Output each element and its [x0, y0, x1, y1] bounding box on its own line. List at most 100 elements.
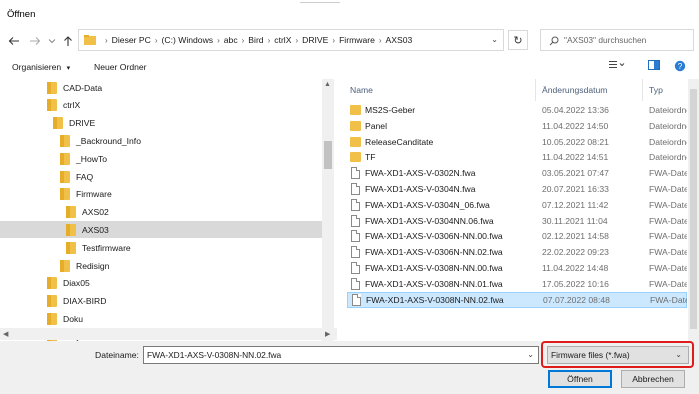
chevron-right-icon: ›: [105, 35, 108, 45]
scroll-up-icon[interactable]: ▲: [324, 81, 331, 88]
breadcrumb-item[interactable]: (C:) Windows: [162, 35, 214, 45]
file-type: FWA-Datei: [649, 215, 687, 226]
address-bar[interactable]: › Dieser PC › (C:) Windows › abc › Bird › ctrlX ›…: [78, 29, 504, 51]
folder-row[interactable]: ReleaseCanditate 10.05.2022 08:21 Dateiord…: [347, 134, 687, 150]
file-date: 11.04.2022 14:48: [542, 263, 609, 273]
file-list-scrollbar[interactable]: [688, 79, 699, 341]
navigation-tree[interactable]: CAD-Data ctrlX DRIVE _Backround_Info _HowTo F…: [0, 79, 322, 341]
tree-item[interactable]: Testfirmware: [0, 239, 322, 256]
tree-item[interactable]: _HowTo: [0, 150, 322, 167]
tree-item[interactable]: Redisign: [0, 257, 322, 274]
file-list[interactable]: Name Änderungsdatum Typ MS2S-Geber 05.04.…: [337, 79, 687, 341]
filename-field[interactable]: FWA-XD1-AXS-V-0308N-NN.02.fwa ⌄: [143, 346, 539, 364]
chevron-right-icon[interactable]: ›: [242, 36, 245, 45]
chevron-right-icon[interactable]: ›: [155, 36, 158, 45]
refresh-button[interactable]: ↻: [508, 30, 528, 50]
tree-item[interactable]: AXS02: [0, 204, 322, 221]
new-folder-button[interactable]: Neuer Ordner: [94, 62, 147, 72]
folder-icon: [60, 152, 70, 165]
scrollbar-thumb[interactable]: [324, 141, 332, 169]
chevron-down-icon[interactable]: ⌄: [527, 350, 534, 359]
file-row[interactable]: FWA-XD1-AXS-V-0306N-NN.02.fwa 22.02.2022 …: [347, 244, 687, 260]
file-row[interactable]: FWA-XD1-AXS-V-0308N-NN.00.fwa 11.04.2022 …: [347, 260, 687, 276]
view-options-icon[interactable]: [609, 60, 625, 73]
file-date: 05.04.2022 13:36: [542, 105, 609, 115]
organize-menu[interactable]: Organisieren ▾: [12, 62, 70, 72]
breadcrumb-item[interactable]: Bird: [248, 35, 263, 45]
column-divider[interactable]: [642, 79, 643, 101]
tree-item-label: Doku: [63, 313, 84, 324]
cancel-button[interactable]: Abbrechen: [621, 370, 685, 388]
tree-item[interactable]: Firmware: [0, 186, 322, 203]
file-row[interactable]: FWA-XD1-AXS-V-0304N_06.fwa 07.12.2021 11:…: [347, 197, 687, 213]
folder-icon: [60, 170, 70, 183]
file-icon: [351, 277, 360, 290]
tree-item-label: Diax05: [63, 278, 90, 289]
breadcrumb-item[interactable]: Firmware: [339, 35, 375, 45]
tree-item[interactable]: _Backround_Info: [0, 132, 322, 149]
folder-row[interactable]: TF 11.04.2022 14:51 Dateiordner: [347, 149, 687, 165]
tree-item-label: AXS03: [82, 224, 109, 235]
chevron-right-icon[interactable]: ›: [217, 36, 220, 45]
back-arrow-icon[interactable]: [6, 33, 22, 49]
file-row[interactable]: FWA-XD1-AXS-V-0304N.fwa 20.07.2021 16:33 F…: [347, 181, 687, 197]
tree-item[interactable]: FAQ: [0, 168, 322, 185]
chevron-right-icon[interactable]: ›: [268, 36, 271, 45]
file-row[interactable]: FWA-XD1-AXS-V-0308N-NN.02.fwa 07.07.2022 …: [347, 291, 687, 308]
chevron-down-icon[interactable]: ⌄: [491, 35, 498, 44]
recent-locations-chevron-icon[interactable]: [44, 33, 60, 49]
up-arrow-icon[interactable]: [60, 33, 76, 49]
tree-scrollbar[interactable]: ▲ ▼: [322, 79, 334, 341]
chevron-right-icon[interactable]: ›: [332, 36, 335, 45]
filetype-select[interactable]: Firmware files (*.fwa) ⌄: [547, 346, 689, 364]
tree-item[interactable]: DIAX-BIRD: [0, 293, 322, 310]
folder-icon: [60, 259, 70, 272]
column-header-type[interactable]: Typ: [649, 85, 663, 95]
file-row[interactable]: FWA-XD1-AXS-V-0302N.fwa 03.05.2021 07:47 F…: [347, 165, 687, 181]
file-name: FWA-XD1-AXS-V-0304N_06.fwa: [365, 199, 490, 210]
breadcrumb-item[interactable]: abc: [224, 35, 238, 45]
filename-value: FWA-XD1-AXS-V-0308N-NN.02.fwa: [147, 350, 282, 360]
breadcrumb-item[interactable]: ctrlX: [274, 35, 291, 45]
folder-row[interactable]: Panel 11.04.2022 14:50 Dateiordner: [347, 118, 687, 134]
file-row[interactable]: FWA-XD1-AXS-V-0306N-NN.00.fwa 02.12.2021 …: [347, 228, 687, 244]
chevron-right-icon[interactable]: ›: [295, 36, 298, 45]
open-button[interactable]: Öffnen: [548, 370, 612, 388]
tree-item[interactable]: CAD-Data: [0, 79, 322, 96]
forward-arrow-icon[interactable]: [27, 33, 43, 49]
tree-horizontal-scrollbar[interactable]: ◀ ▶: [0, 328, 337, 340]
help-icon[interactable]: ?: [674, 60, 686, 75]
search-input[interactable]: "AXS03" durchsuchen: [540, 29, 694, 51]
tree-item-label: DRIVE: [69, 118, 96, 129]
scrollbar-thumb[interactable]: [690, 89, 697, 329]
folder-row[interactable]: MS2S-Geber 05.04.2022 13:36 Dateiordner: [347, 102, 687, 118]
tree-item[interactable]: Doku: [0, 310, 322, 327]
navigation-bar: › Dieser PC › (C:) Windows › abc › Bird › ctrlX ›…: [0, 28, 699, 54]
breadcrumb-item[interactable]: AXS03: [386, 35, 413, 45]
preview-pane-icon[interactable]: [648, 60, 660, 73]
file-icon: [351, 214, 360, 227]
breadcrumb-item[interactable]: DRIVE: [302, 35, 328, 45]
breadcrumb-item[interactable]: Dieser PC: [112, 35, 151, 45]
tree-item-label: FAQ: [76, 171, 94, 182]
file-date: 20.07.2021 16:33: [542, 184, 609, 194]
tree-item[interactable]: AXS03: [0, 221, 322, 239]
folder-icon: [350, 151, 361, 163]
scroll-right-icon[interactable]: ▶: [325, 330, 330, 338]
scroll-left-icon[interactable]: ◀: [3, 330, 8, 338]
file-row[interactable]: FWA-XD1-AXS-V-0304NN.06.fwa 30.11.2021 11…: [347, 213, 687, 229]
chevron-right-icon[interactable]: ›: [379, 36, 382, 45]
tree-item[interactable]: DRIVE: [0, 115, 322, 132]
file-row[interactable]: FWA-XD1-AXS-V-0308N-NN.01.fwa 17.05.2022 …: [347, 276, 687, 292]
tree-item[interactable]: ctrlX: [0, 97, 322, 114]
column-divider[interactable]: [535, 79, 536, 101]
file-name: FWA-XD1-AXS-V-0304NN.06.fwa: [365, 215, 494, 226]
file-date: 17.05.2022 10:16: [542, 278, 609, 289]
folder-icon: [66, 223, 76, 236]
file-date: 22.02.2022 09:23: [542, 247, 609, 258]
tree-item[interactable]: Diax05: [0, 275, 322, 292]
chevron-down-icon: ▾: [66, 65, 71, 72]
column-header-name[interactable]: Name: [350, 85, 373, 95]
column-header-date[interactable]: Änderungsdatum: [542, 85, 607, 95]
file-date: 07.07.2022 08:48: [543, 294, 610, 305]
